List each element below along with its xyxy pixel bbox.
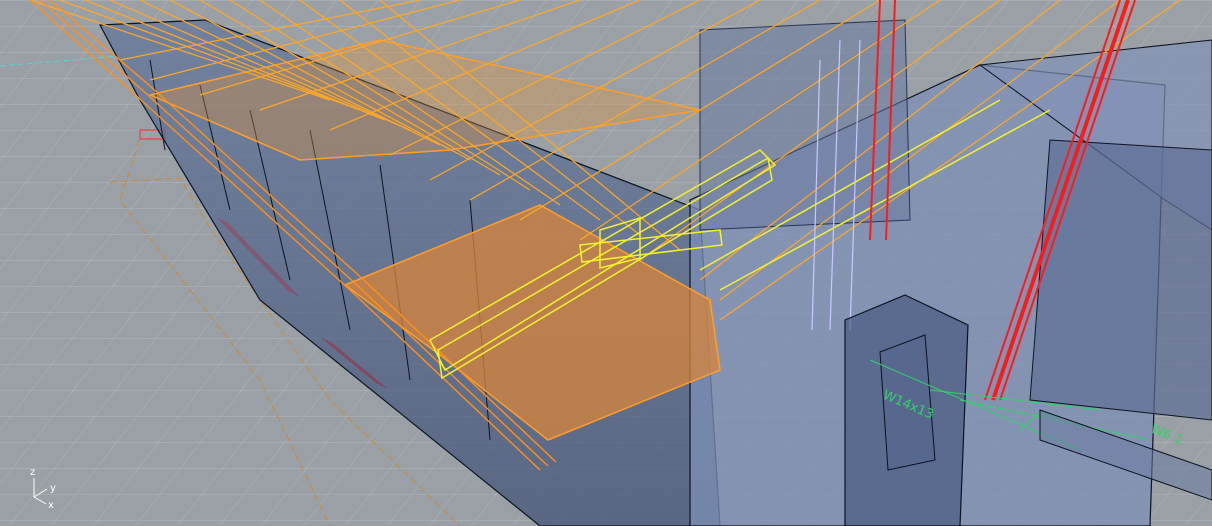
axis-y-label: y <box>50 483 56 494</box>
model-canvas[interactable]: W14x13 W6 1 z y x <box>0 0 1212 526</box>
viewport-perspective[interactable]: W14x13 W6 1 z y x <box>0 0 1212 526</box>
side-extension <box>1029 139 1212 421</box>
axis-x-label: x <box>48 500 54 511</box>
axis-z-label: z <box>30 467 35 478</box>
